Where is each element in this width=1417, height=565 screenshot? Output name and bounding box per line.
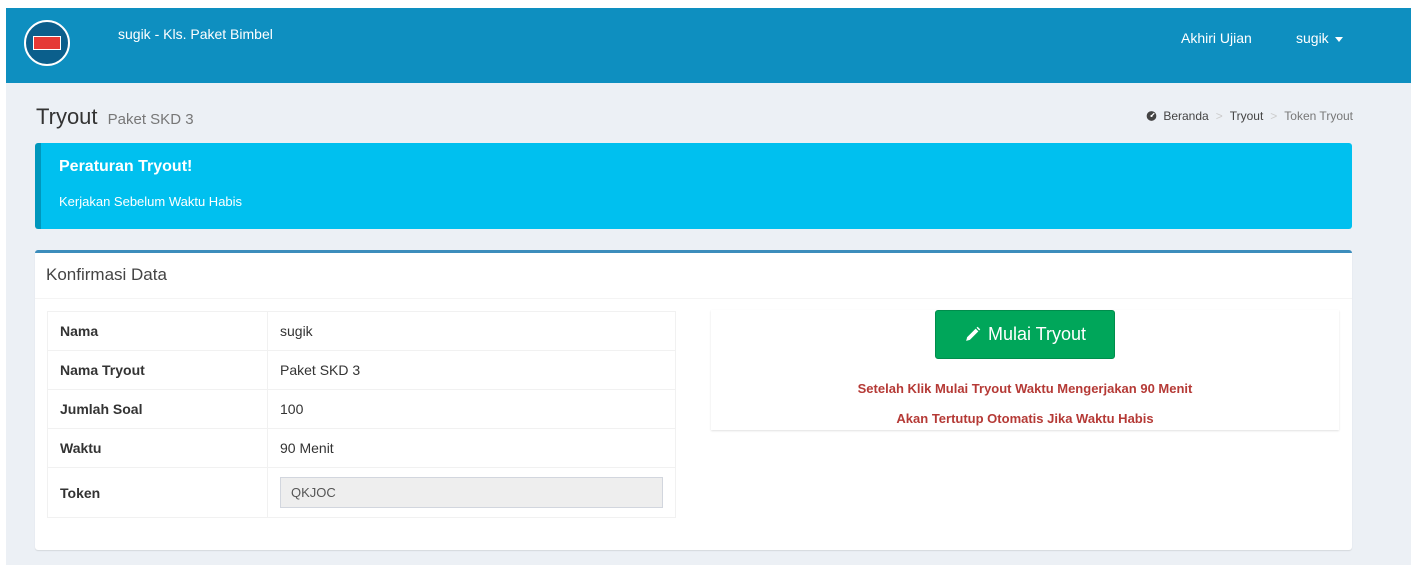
breadcrumb: Beranda > Tryout > Token Tryout: [1146, 109, 1353, 123]
row-value: sugik: [267, 311, 676, 351]
pencil-icon: [966, 326, 981, 341]
caret-down-icon: [1334, 36, 1343, 42]
box-title: Konfirmasi Data: [46, 265, 167, 284]
end-exam-link[interactable]: Akhiri Ujian: [1181, 30, 1252, 46]
time-warning: Setelah Klik Mulai Tryout Waktu Mengerja…: [857, 381, 1193, 396]
callout-text: Kerjakan Sebelum Waktu Habis: [59, 194, 243, 209]
breadcrumb-separator: >: [1215, 109, 1223, 123]
user-name: sugik: [1296, 30, 1329, 46]
rules-callout: Peraturan Tryout! Kerjakan Sebelum Waktu…: [35, 143, 1352, 229]
table-row: Nama Tryout Paket SKD 3: [47, 350, 676, 390]
breadcrumb-separator: >: [1270, 109, 1278, 123]
row-label: Waktu: [47, 428, 268, 468]
app-title[interactable]: sugik - Kls. Paket Bimbel: [118, 26, 273, 42]
token-field[interactable]: QKJOC: [280, 477, 663, 508]
table-row: Jumlah Soal 100: [47, 389, 676, 429]
row-label: Nama: [47, 311, 268, 351]
box-header: Konfirmasi Data: [35, 253, 1352, 299]
table-row: Token QKJOC: [47, 467, 676, 518]
page-title-text: Tryout: [36, 104, 98, 129]
callout-title: Peraturan Tryout!: [59, 158, 193, 175]
row-label: Jumlah Soal: [47, 389, 268, 429]
top-navbar: sugik - Kls. Paket Bimbel Akhiri Ujian s…: [6, 8, 1411, 83]
start-tryout-button[interactable]: Mulai Tryout: [935, 310, 1115, 359]
start-tryout-label: Mulai Tryout: [987, 324, 1087, 344]
table-row: Waktu 90 Menit: [47, 428, 676, 468]
page-subtitle: Paket SKD 3: [107, 111, 194, 128]
user-menu[interactable]: sugik: [1296, 30, 1343, 46]
row-label: Nama Tryout: [47, 350, 268, 390]
token-label: Token: [47, 467, 268, 518]
row-value: 90 Menit: [267, 428, 676, 468]
page-frame: sugik - Kls. Paket Bimbel Akhiri Ujian s…: [6, 8, 1411, 565]
row-value: Paket SKD 3: [267, 350, 676, 390]
confirmation-box: Konfirmasi Data Nama sugik Nama Tryout P…: [35, 250, 1352, 550]
row-value: 100: [267, 389, 676, 429]
action-panel: Mulai Tryout Setelah Klik Mulai Tryout W…: [711, 310, 1339, 430]
dashboard-icon: [1146, 111, 1157, 121]
logo-icon[interactable]: [24, 20, 70, 66]
confirmation-table: Nama sugik Nama Tryout Paket SKD 3 Jumla…: [47, 311, 676, 518]
table-row: Nama sugik: [47, 311, 676, 351]
page-title: Tryout Paket SKD 3: [36, 104, 194, 130]
breadcrumb-current: Token Tryout: [1284, 109, 1353, 123]
auto-close-warning: Akan Tertutup Otomatis Jika Waktu Habis: [896, 411, 1154, 426]
breadcrumb-home[interactable]: Beranda: [1163, 109, 1208, 123]
breadcrumb-tryout[interactable]: Tryout: [1230, 109, 1264, 123]
token-cell: QKJOC: [267, 467, 676, 518]
